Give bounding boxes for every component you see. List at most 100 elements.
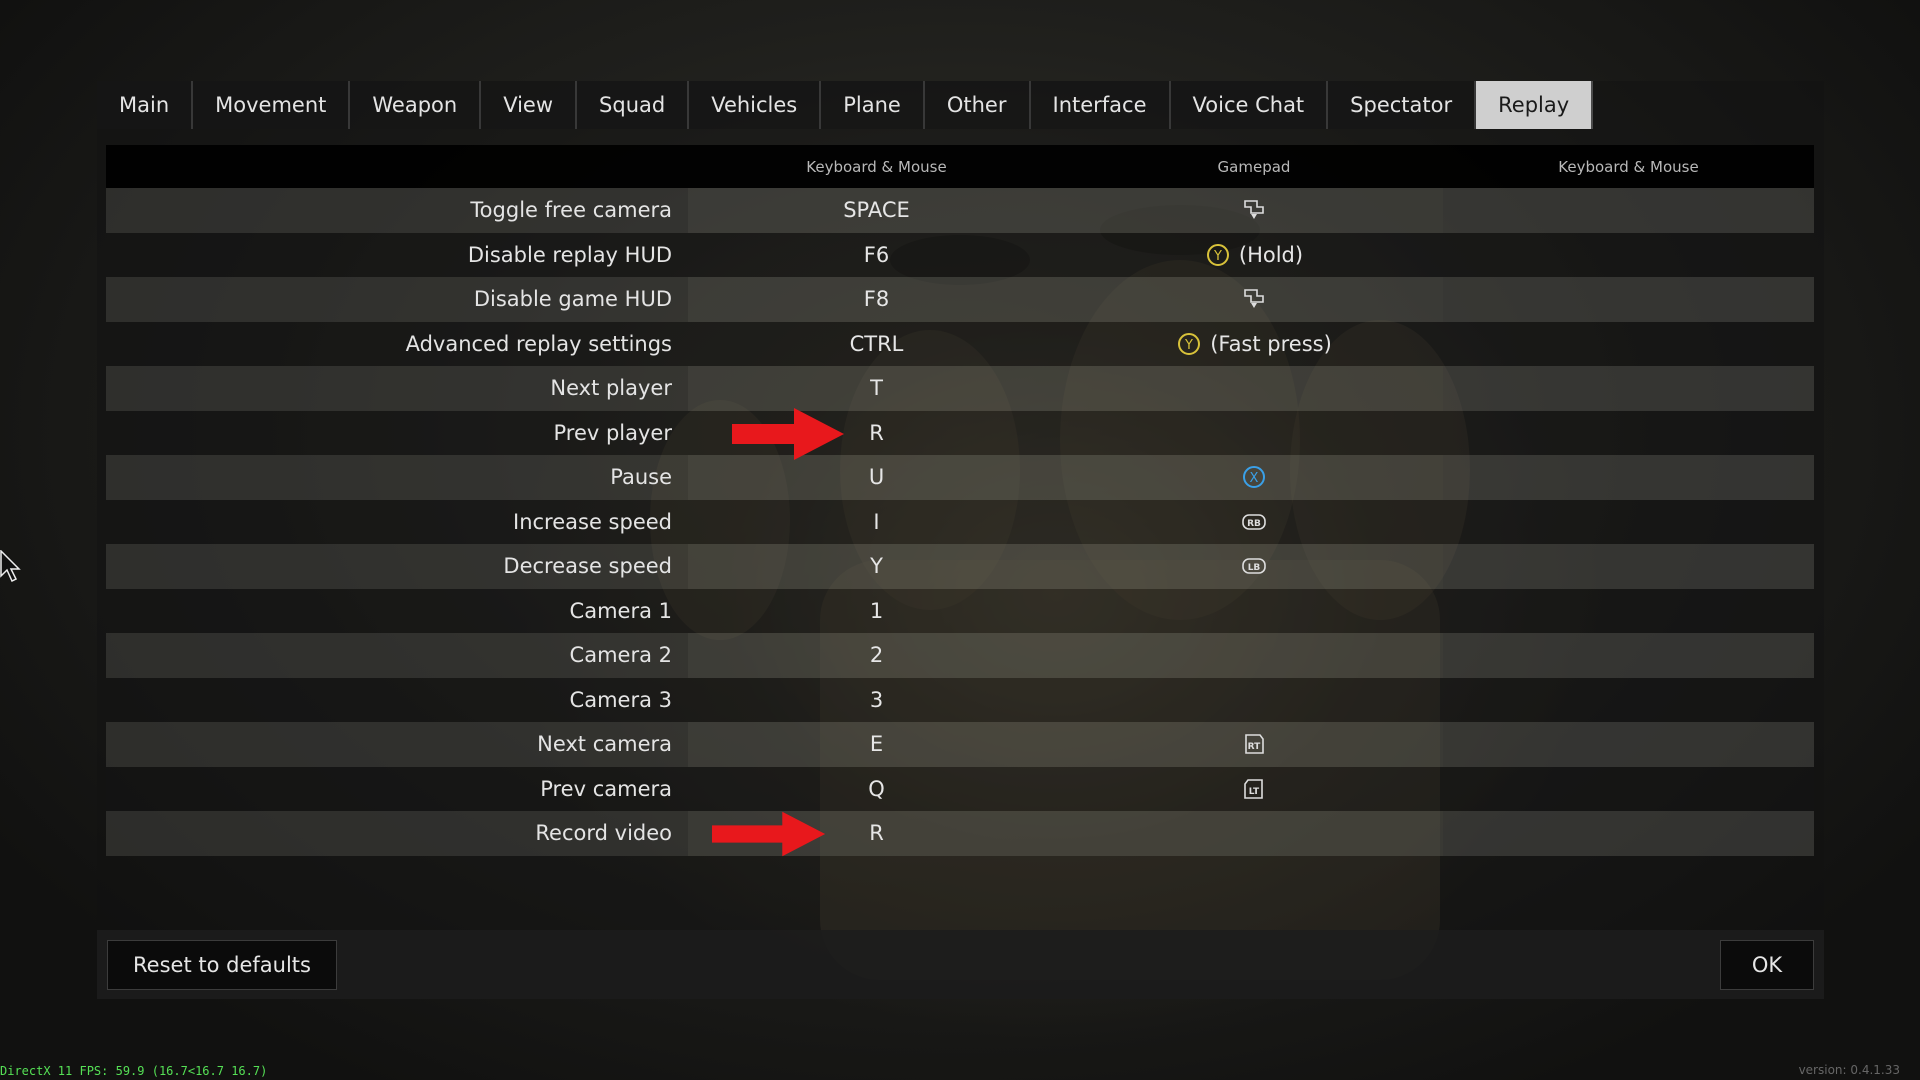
table-row: Prev player R: [106, 410, 1814, 456]
gamepad-binding-note: (Hold): [1238, 242, 1304, 267]
keyboard-binding-alt[interactable]: [1443, 589, 1814, 634]
gamepad-binding[interactable]: [1065, 589, 1443, 634]
table-row: Pause U X: [106, 455, 1814, 500]
tab-main[interactable]: Main: [97, 81, 194, 129]
keyboard-binding-alt[interactable]: [1443, 411, 1814, 456]
gamepad-binding[interactable]: LB: [1065, 544, 1443, 589]
gamepad-binding[interactable]: X: [1065, 455, 1443, 500]
y-button-icon: Y: [1176, 331, 1202, 357]
tab-view[interactable]: View: [481, 81, 578, 129]
gamepad-binding[interactable]: RT: [1065, 722, 1443, 767]
gamepad-binding[interactable]: Y (Hold): [1065, 233, 1443, 278]
svg-text:RB: RB: [1247, 519, 1261, 529]
keyboard-binding-alt[interactable]: [1443, 544, 1814, 589]
keyboard-binding-alt[interactable]: [1443, 188, 1814, 233]
svg-text:RT: RT: [1248, 742, 1262, 752]
svg-text:Y: Y: [1213, 249, 1222, 264]
lt-button-icon: LT: [1241, 776, 1267, 802]
keyboard-binding[interactable]: SPACE: [688, 188, 1065, 233]
keyboard-binding[interactable]: 3: [688, 678, 1065, 723]
keyboard-binding[interactable]: T: [688, 366, 1065, 411]
keyboard-binding[interactable]: CTRL: [688, 322, 1065, 367]
red-arrow-annotation: [732, 408, 844, 460]
tab-weapon[interactable]: Weapon: [350, 81, 482, 129]
table-row: Prev camera Q LT: [106, 766, 1814, 812]
table-row: Camera 1 1: [106, 588, 1814, 634]
keyboard-binding-alt[interactable]: [1443, 366, 1814, 411]
action-label: Next player: [550, 376, 672, 401]
rb-button-icon: RB: [1241, 509, 1267, 535]
gamepad-binding[interactable]: Y (Fast press): [1065, 322, 1443, 367]
keyboard-binding-alt[interactable]: [1443, 277, 1814, 322]
tab-other[interactable]: Other: [924, 81, 1031, 129]
action-label: Advanced replay settings: [405, 331, 672, 356]
svg-text:LB: LB: [1248, 563, 1261, 573]
keyboard-binding-alt[interactable]: [1443, 233, 1814, 278]
lb-button-icon: LB: [1241, 553, 1267, 579]
action-label: Toggle free camera: [470, 198, 672, 223]
table-row: Next player T: [106, 366, 1814, 411]
gamepad-binding[interactable]: [1065, 678, 1443, 723]
ok-button[interactable]: OK: [1720, 940, 1814, 990]
tab-voice-chat[interactable]: Voice Chat: [1170, 81, 1329, 129]
gamepad-binding[interactable]: [1065, 633, 1443, 678]
action-label: Next camera: [537, 732, 672, 757]
tab-vehicles[interactable]: Vehicles: [689, 81, 822, 129]
keyboard-binding-alt[interactable]: [1443, 455, 1814, 500]
red-arrow-annotation: [712, 811, 826, 857]
svg-text:LT: LT: [1249, 787, 1260, 797]
gamepad-binding[interactable]: [1065, 811, 1443, 856]
table-body: Toggle free camera SPACE Disable replay HU…: [106, 188, 1814, 856]
gamepad-binding[interactable]: RB: [1065, 500, 1443, 545]
reset-to-defaults-button[interactable]: Reset to defaults: [107, 940, 337, 990]
table-row: Next camera E RT: [106, 722, 1814, 767]
rt-button-icon: RT: [1241, 731, 1267, 757]
gamepad-binding[interactable]: LT: [1065, 767, 1443, 812]
keyboard-binding[interactable]: 1: [688, 589, 1065, 634]
x-button-icon: X: [1241, 464, 1267, 490]
mouse-cursor-icon: [0, 550, 21, 582]
keyboard-binding-alt[interactable]: [1443, 811, 1814, 856]
dpad-down-icon: [1241, 197, 1267, 223]
action-label: Prev player: [553, 420, 672, 445]
action-label: Record video: [535, 821, 672, 846]
keyboard-binding-alt[interactable]: [1443, 322, 1814, 367]
keyboard-binding[interactable]: 2: [688, 633, 1065, 678]
keyboard-binding-alt[interactable]: [1443, 633, 1814, 678]
table-header: Keyboard & Mouse Gamepad Keyboard & Mous…: [106, 145, 1814, 188]
keyboard-binding-alt[interactable]: [1443, 500, 1814, 545]
gamepad-binding-note: (Fast press): [1210, 331, 1332, 356]
keyboard-binding[interactable]: Q: [688, 767, 1065, 812]
keyboard-binding[interactable]: F6: [688, 233, 1065, 278]
keyboard-binding-alt[interactable]: [1443, 678, 1814, 723]
gamepad-binding[interactable]: [1065, 366, 1443, 411]
tab-movement[interactable]: Movement: [193, 81, 351, 129]
keybind-table: Keyboard & Mouse Gamepad Keyboard & Mous…: [106, 145, 1814, 856]
keyboard-binding[interactable]: I: [688, 500, 1065, 545]
tab-spectator[interactable]: Spectator: [1328, 81, 1477, 129]
tab-bar: Main Movement Weapon View Squad Vehicles Plane…: [97, 81, 1594, 129]
y-button-icon: Y: [1205, 242, 1231, 268]
keyboard-binding-alt[interactable]: [1443, 767, 1814, 812]
table-row: Camera 2 2: [106, 633, 1814, 678]
tab-plane[interactable]: Plane: [821, 81, 925, 129]
gamepad-binding[interactable]: [1065, 277, 1443, 322]
svg-text:X: X: [1250, 471, 1259, 486]
keyboard-binding[interactable]: F8: [688, 277, 1065, 322]
keyboard-binding[interactable]: E: [688, 722, 1065, 767]
version-label: version: 0.4.1.33: [1798, 1063, 1900, 1077]
header-keyboard-mouse: Keyboard & Mouse: [806, 157, 947, 176]
action-label: Prev camera: [540, 776, 672, 801]
keyboard-binding[interactable]: U: [688, 455, 1065, 500]
keyboard-binding[interactable]: Y: [688, 544, 1065, 589]
fps-counter: DirectX 11 FPS: 59.9 (16.7<16.7 16.7): [0, 1064, 268, 1078]
action-label: Increase speed: [513, 509, 672, 534]
gamepad-binding[interactable]: [1065, 188, 1443, 233]
keyboard-binding-alt[interactable]: [1443, 722, 1814, 767]
tab-replay[interactable]: Replay: [1476, 81, 1594, 129]
tab-interface[interactable]: Interface: [1030, 81, 1171, 129]
action-label: Disable replay HUD: [467, 242, 672, 267]
tab-squad[interactable]: Squad: [577, 81, 690, 129]
table-row: Decrease speed Y LB: [106, 544, 1814, 589]
gamepad-binding[interactable]: [1065, 411, 1443, 456]
